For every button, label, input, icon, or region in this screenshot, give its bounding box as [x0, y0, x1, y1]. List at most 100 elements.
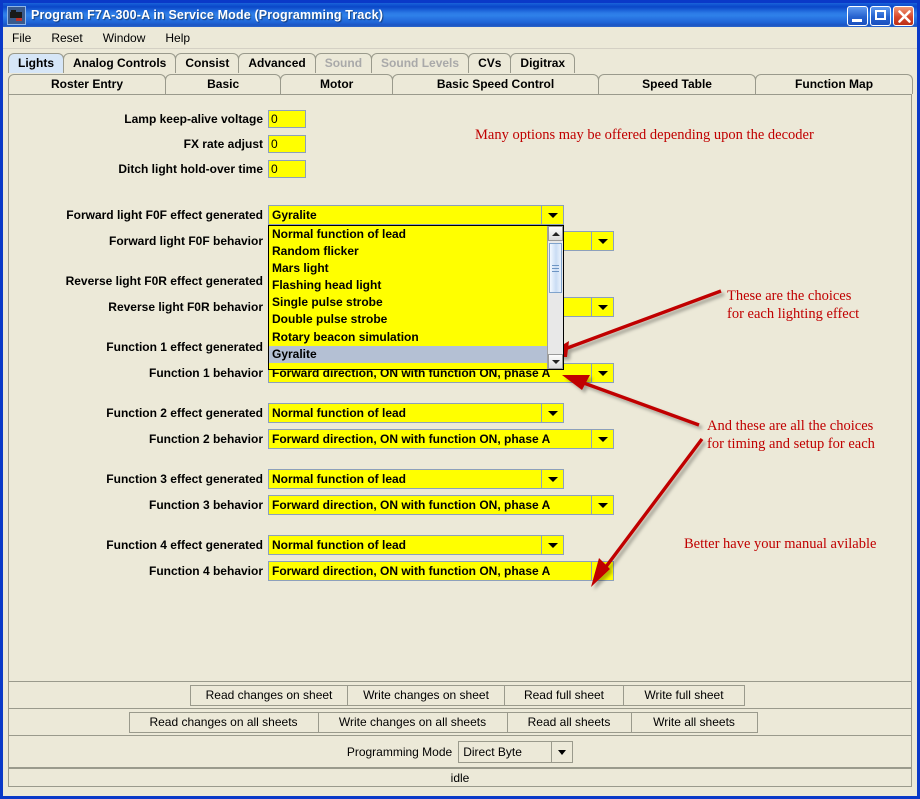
combo-value-function-2-behavior: Forward direction, ON with function ON, …: [268, 429, 592, 449]
title-bar: Program F7A-300-A in Service Mode (Progr…: [0, 0, 920, 27]
dropdown-popup-lighting-effects[interactable]: Normal function of lead Random flicker M…: [268, 225, 564, 370]
combo-value-function-3-effect: Normal function of lead: [268, 469, 542, 489]
scrollbar-thumb[interactable]: [549, 243, 562, 293]
field-row-fx-rate-adjust: FX rate adjust: [9, 134, 268, 154]
dropdown-option-selected[interactable]: Gyralite: [269, 345, 547, 363]
label-function-2-behavior: Function 2 behavior: [148, 432, 263, 446]
minimize-button[interactable]: [847, 6, 868, 26]
tab-speed-table[interactable]: Speed Table: [598, 74, 757, 94]
label-reverse-light-f0r-effect: Reverse light F0R effect generated: [65, 274, 263, 288]
window-controls: [847, 6, 914, 26]
dropdown-option[interactable]: Double pulse strobe: [269, 311, 547, 328]
maximize-button[interactable]: [870, 6, 891, 26]
field-row-forward-light-f0f-effect: Forward light F0F effect generated: [9, 205, 268, 225]
field-row-function-4-effect: Function 4 effect generated: [9, 535, 268, 555]
chevron-down-icon[interactable]: [592, 429, 614, 449]
input-ditch-light-hold-over-time[interactable]: 0: [268, 160, 306, 178]
combo-function-3-behavior[interactable]: Forward direction, ON with function ON, …: [268, 495, 614, 515]
menu-reset[interactable]: Reset: [49, 29, 91, 47]
field-row-function-2-effect: Function 2 effect generated: [9, 403, 268, 423]
combo-function-4-effect[interactable]: Normal function of lead: [268, 535, 564, 555]
dropdown-option[interactable]: Random flicker: [269, 243, 547, 260]
all-sheets-button-bar: Read changes on all sheets Write changes…: [8, 709, 912, 736]
write-changes-on-sheet-button[interactable]: Write changes on sheet: [347, 684, 505, 706]
scroll-up-icon[interactable]: [548, 226, 563, 241]
read-all-sheets-button[interactable]: Read all sheets: [506, 711, 632, 733]
label-fx-rate-adjust: FX rate adjust: [183, 137, 263, 151]
label-function-1-effect: Function 1 effect generated: [106, 340, 263, 354]
tab-lights[interactable]: Lights: [8, 53, 64, 73]
combo-function-2-effect[interactable]: Normal function of lead: [268, 403, 564, 423]
scroll-down-icon[interactable]: [548, 354, 563, 369]
annotation-decoder-options: Many options may be offered depending up…: [475, 127, 814, 143]
status-text: idle: [450, 770, 470, 785]
field-row-function-2-behavior: Function 2 behavior: [9, 429, 268, 449]
status-bar: idle: [8, 768, 912, 787]
menu-window[interactable]: Window: [101, 29, 155, 47]
field-row-function-3-behavior: Function 3 behavior: [9, 495, 268, 515]
combo-forward-light-f0f-effect[interactable]: Gyralite: [268, 205, 564, 225]
label-forward-light-f0f-behavior: Forward light F0F behavior: [108, 234, 263, 248]
tab-function-map[interactable]: Function Map: [755, 74, 914, 94]
window-title: Program F7A-300-A in Service Mode (Progr…: [31, 8, 384, 22]
combo-function-4-behavior[interactable]: Forward direction, ON with function ON, …: [268, 561, 614, 581]
tab-cvs[interactable]: CVs: [468, 53, 512, 73]
dropdown-option[interactable]: Rotary beacon simulation: [269, 329, 547, 346]
read-changes-on-sheet-button[interactable]: Read changes on sheet: [190, 684, 348, 706]
dropdown-option[interactable]: Mars light: [269, 260, 547, 277]
tab-basic[interactable]: Basic: [164, 74, 282, 94]
tab-consist[interactable]: Consist: [175, 53, 240, 73]
close-icon[interactable]: [893, 6, 914, 26]
write-changes-on-all-sheets-button[interactable]: Write changes on all sheets: [317, 711, 508, 733]
write-all-sheets-button[interactable]: Write all sheets: [630, 711, 758, 733]
annotation-line: for each lighting effect: [727, 306, 860, 322]
combo-programming-mode[interactable]: Direct Byte: [458, 740, 574, 763]
annotation-line: And these are all the choices: [707, 418, 874, 434]
chevron-down-icon[interactable]: [592, 363, 614, 383]
input-lamp-keep-alive-voltage[interactable]: 0: [268, 110, 306, 128]
dropdown-option[interactable]: Normal function of lead: [269, 226, 547, 243]
tab-basic-speed-control[interactable]: Basic Speed Control: [391, 74, 600, 94]
label-programming-mode: Programming Mode: [346, 744, 453, 759]
tab-sound: Sound: [314, 53, 373, 73]
field-row-ditch-light-hold-over-time: Ditch light hold-over time: [9, 159, 268, 179]
application-window: Program F7A-300-A in Service Mode (Progr…: [0, 0, 920, 799]
menu-help[interactable]: Help: [163, 29, 199, 47]
field-row-reverse-light-f0r-behavior: Reverse light F0R behavior: [9, 297, 268, 317]
combo-function-2-behavior[interactable]: Forward direction, ON with function ON, …: [268, 429, 614, 449]
combo-function-3-effect[interactable]: Normal function of lead: [268, 469, 564, 489]
chevron-down-icon[interactable]: [542, 535, 564, 555]
menu-file[interactable]: File: [10, 29, 40, 47]
write-full-sheet-button[interactable]: Write full sheet: [623, 684, 745, 706]
dropdown-option[interactable]: Single pulse strobe: [269, 294, 547, 311]
chevron-down-icon[interactable]: [552, 740, 574, 763]
chevron-down-icon[interactable]: [542, 205, 564, 225]
chevron-down-icon[interactable]: [542, 469, 564, 489]
lights-settings-panel: Lamp keep-alive voltage 0 FX rate adjust…: [8, 94, 912, 682]
dropdown-scrollbar[interactable]: [547, 226, 563, 369]
dropdown-option-list: Normal function of lead Random flicker M…: [269, 226, 547, 369]
dropdown-option[interactable]: Flashing head light: [269, 277, 547, 294]
tab-advanced[interactable]: Advanced: [238, 53, 316, 73]
chevron-down-icon[interactable]: [592, 495, 614, 515]
label-function-3-behavior: Function 3 behavior: [148, 498, 263, 512]
annotation-line: for timing and setup for each: [707, 436, 875, 452]
read-full-sheet-button[interactable]: Read full sheet: [504, 684, 624, 706]
chevron-down-icon[interactable]: [592, 297, 614, 317]
label-function-2-effect: Function 2 effect generated: [106, 406, 263, 420]
tab-sound-levels: Sound Levels: [371, 53, 470, 73]
field-row-reverse-light-f0r-effect: Reverse light F0R effect generated: [9, 271, 268, 291]
tab-digitrax[interactable]: Digitrax: [510, 53, 576, 73]
combo-value-function-2-effect: Normal function of lead: [268, 403, 542, 423]
tab-roster-entry[interactable]: Roster Entry: [8, 74, 166, 94]
chevron-down-icon[interactable]: [542, 403, 564, 423]
chevron-down-icon[interactable]: [592, 231, 614, 251]
read-changes-on-all-sheets-button[interactable]: Read changes on all sheets: [128, 711, 319, 733]
field-row-forward-light-f0f-behavior: Forward light F0F behavior: [9, 231, 268, 251]
label-lamp-keep-alive-voltage: Lamp keep-alive voltage: [124, 112, 263, 126]
tab-analog-controls[interactable]: Analog Controls: [63, 53, 177, 73]
label-function-4-behavior: Function 4 behavior: [148, 564, 263, 578]
input-fx-rate-adjust[interactable]: 0: [268, 135, 306, 153]
tab-motor[interactable]: Motor: [280, 74, 393, 94]
chevron-down-icon[interactable]: [592, 561, 614, 581]
